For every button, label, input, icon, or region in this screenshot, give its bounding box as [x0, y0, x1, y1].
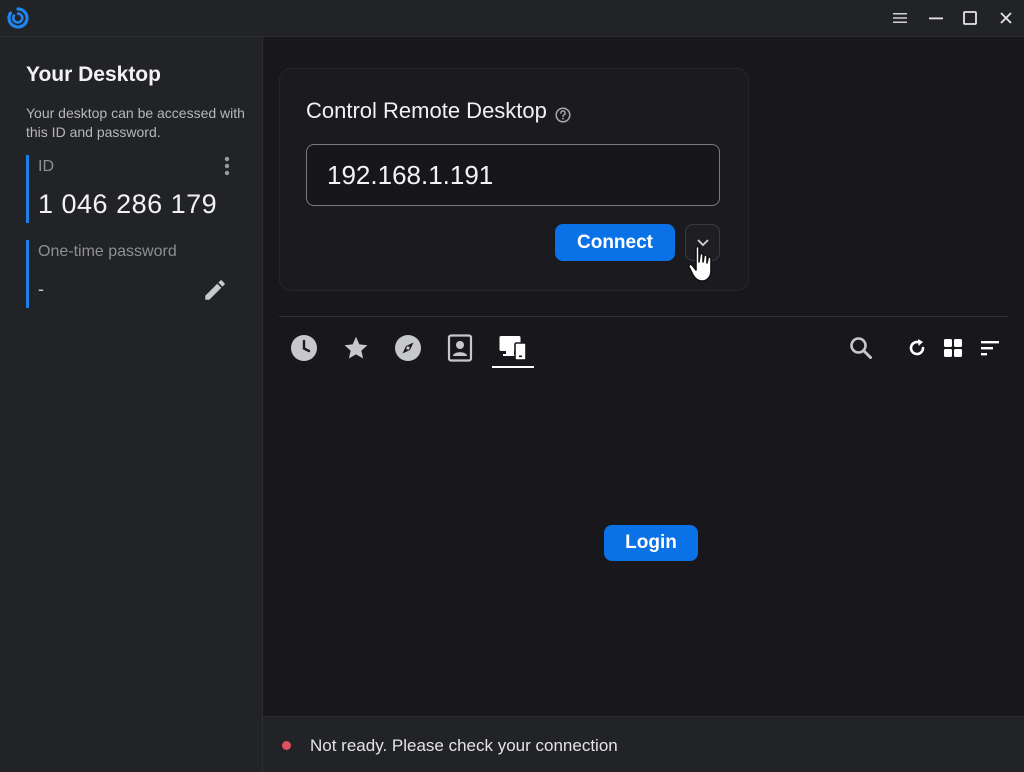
login-button[interactable]: Login	[604, 525, 698, 561]
status-text: Not ready. Please check your connection	[310, 736, 618, 755]
help-icon[interactable]	[555, 103, 571, 123]
password-field-accent	[26, 240, 29, 308]
control-remote-card: Control Remote Desktop Connect	[279, 68, 749, 291]
compass-icon[interactable]	[392, 332, 424, 364]
chevron-down-icon	[696, 238, 709, 246]
contact-icon[interactable]	[444, 332, 476, 364]
sort-icon[interactable]	[976, 334, 1004, 362]
section-divider	[279, 316, 1008, 317]
search-icon[interactable]	[847, 334, 875, 362]
refresh-icon[interactable]	[903, 334, 931, 362]
title-bar	[0, 0, 1024, 37]
grid-view-icon[interactable]	[939, 334, 967, 362]
more-options-icon[interactable]	[219, 155, 235, 177]
status-bar: Not ready. Please check your connection	[263, 716, 1024, 772]
devices-icon[interactable]	[497, 332, 529, 364]
app-logo-icon	[6, 6, 30, 30]
your-desktop-panel: Your Desktop Your desktop can be accesse…	[0, 37, 263, 772]
close-icon[interactable]	[994, 6, 1018, 30]
password-value: -	[38, 279, 44, 299]
remote-address-input[interactable]	[306, 144, 720, 206]
clock-icon[interactable]	[288, 332, 320, 364]
id-value[interactable]: 1 046 286 179	[38, 189, 217, 220]
connect-button[interactable]: Connect	[555, 224, 675, 261]
minimize-icon[interactable]	[924, 6, 948, 30]
id-field-accent	[26, 155, 29, 223]
your-desktop-title: Your Desktop	[26, 63, 161, 86]
star-icon[interactable]	[340, 332, 372, 364]
id-label: ID	[38, 158, 54, 175]
password-label: One-time password	[38, 243, 177, 260]
menu-icon[interactable]	[888, 6, 912, 30]
status-indicator-icon	[282, 741, 291, 750]
connect-options-button[interactable]	[685, 224, 720, 261]
your-desktop-description: Your desktop can be accessed with this I…	[26, 105, 245, 140]
maximize-icon[interactable]	[958, 6, 982, 30]
edit-password-icon[interactable]	[202, 277, 228, 303]
control-remote-title-row: Control Remote Desktop	[306, 98, 571, 124]
app-window: Your Desktop Your desktop can be accesse…	[0, 0, 1024, 772]
control-remote-title: Control Remote Desktop	[306, 98, 547, 123]
active-tab-indicator	[492, 366, 534, 368]
